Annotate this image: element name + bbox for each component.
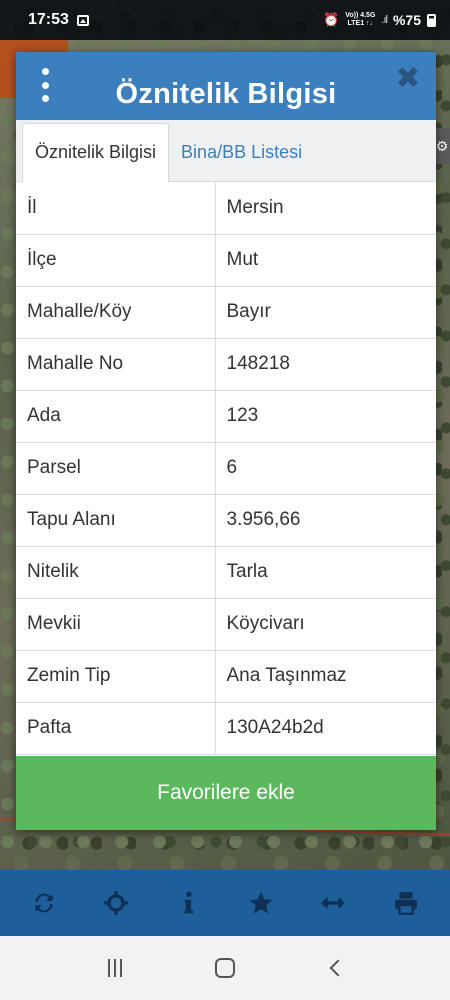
table-row: Nitelik Tarla — [16, 546, 436, 599]
table-row: Pafta 130A24b2d — [16, 702, 436, 755]
gallery-notification-icon — [76, 14, 89, 26]
close-icon[interactable]: ✖ — [394, 64, 422, 94]
add-favorites-button[interactable]: Favorilere ekle — [16, 756, 436, 830]
status-time: 17:53 — [28, 11, 69, 28]
row-key: Parsel — [16, 442, 216, 495]
table-row: Mahalle No 148218 — [16, 338, 436, 391]
status-bar: 17:53 ⏰ Vo)) 4.5G LTE1 ↑↓ .ıl %75 — [0, 0, 450, 40]
row-key: Mahalle No — [16, 338, 216, 391]
row-value: Mut — [215, 234, 436, 287]
row-key: Mahalle/Köy — [16, 286, 216, 339]
table-row: İlçe Mut — [16, 234, 436, 287]
row-value: 123 — [215, 390, 436, 443]
row-key: Nitelik — [16, 546, 216, 599]
row-key: Mevkii — [16, 598, 216, 651]
table-row: Ada 123 — [16, 390, 436, 443]
row-value: Tarla — [215, 546, 436, 599]
table-row: Mevkii Köycivarı — [16, 598, 436, 651]
battery-icon — [427, 13, 436, 27]
signal-icon: .ıl — [381, 14, 387, 26]
battery-percent: %75 — [392, 12, 421, 28]
attribute-dialog: Öznitelik Bilgisi ✖ Öznitelik Bilgisi Bi… — [16, 52, 436, 830]
row-value: Bayır — [215, 286, 436, 339]
info-icon[interactable] — [169, 883, 209, 923]
row-key: Zemin Tip — [16, 650, 216, 703]
table-row: İl Mersin — [16, 182, 436, 235]
home-button[interactable] — [203, 946, 247, 990]
status-indicators: ⏰ Vo)) 4.5G LTE1 ↑↓ .ıl %75 — [323, 12, 436, 28]
more-options-icon[interactable] — [40, 68, 50, 102]
tab-building-list[interactable]: Bina/BB Listesi — [169, 123, 314, 181]
dialog-title: Öznitelik Bilgisi — [115, 77, 337, 110]
refresh-icon[interactable] — [24, 883, 64, 923]
map-side-handle[interactable]: ⚙ — [434, 128, 450, 164]
recent-apps-button[interactable] — [93, 946, 137, 990]
back-button[interactable] — [313, 946, 357, 990]
row-value: Mersin — [215, 182, 436, 235]
system-nav-bar — [0, 936, 450, 1000]
measure-icon[interactable] — [313, 883, 353, 923]
row-key: İlçe — [16, 234, 216, 287]
attribute-table: İl Mersin İlçe Mut Mahalle/Köy Bayır Mahalle N… — [16, 182, 436, 755]
network-type-top: Vo)) 4.5G — [345, 12, 376, 19]
row-value: Ana Taşınmaz — [215, 650, 436, 703]
row-value: Köycivarı — [215, 598, 436, 651]
table-row: Parsel 6 — [16, 442, 436, 495]
table-row: Mahalle/Köy Bayır — [16, 286, 436, 339]
tab-bar: Öznitelik Bilgisi Bina/BB Listesi — [16, 120, 436, 182]
row-key: Tapu Alanı — [16, 494, 216, 547]
row-value: 3.956,66 — [215, 494, 436, 547]
row-value: 6 — [215, 442, 436, 495]
locate-icon[interactable] — [96, 883, 136, 923]
alarm-icon: ⏰ — [323, 12, 340, 27]
row-key: İl — [16, 182, 216, 235]
row-key: Ada — [16, 390, 216, 443]
table-row: Tapu Alanı 3.956,66 — [16, 494, 436, 547]
row-value: 148218 — [215, 338, 436, 391]
row-key: Pafta — [16, 702, 216, 755]
bottom-toolbar — [0, 870, 450, 936]
table-row: Zemin Tip Ana Taşınmaz — [16, 650, 436, 703]
network-type-bottom: LTE1 ↑↓ — [347, 20, 374, 27]
dialog-header: Öznitelik Bilgisi ✖ — [16, 52, 436, 120]
row-value: 130A24b2d — [215, 702, 436, 755]
tab-attribute-info[interactable]: Öznitelik Bilgisi — [22, 123, 170, 182]
network-type: Vo)) 4.5G LTE1 ↑↓ — [345, 12, 375, 28]
star-icon[interactable] — [241, 883, 281, 923]
print-icon[interactable] — [386, 883, 426, 923]
